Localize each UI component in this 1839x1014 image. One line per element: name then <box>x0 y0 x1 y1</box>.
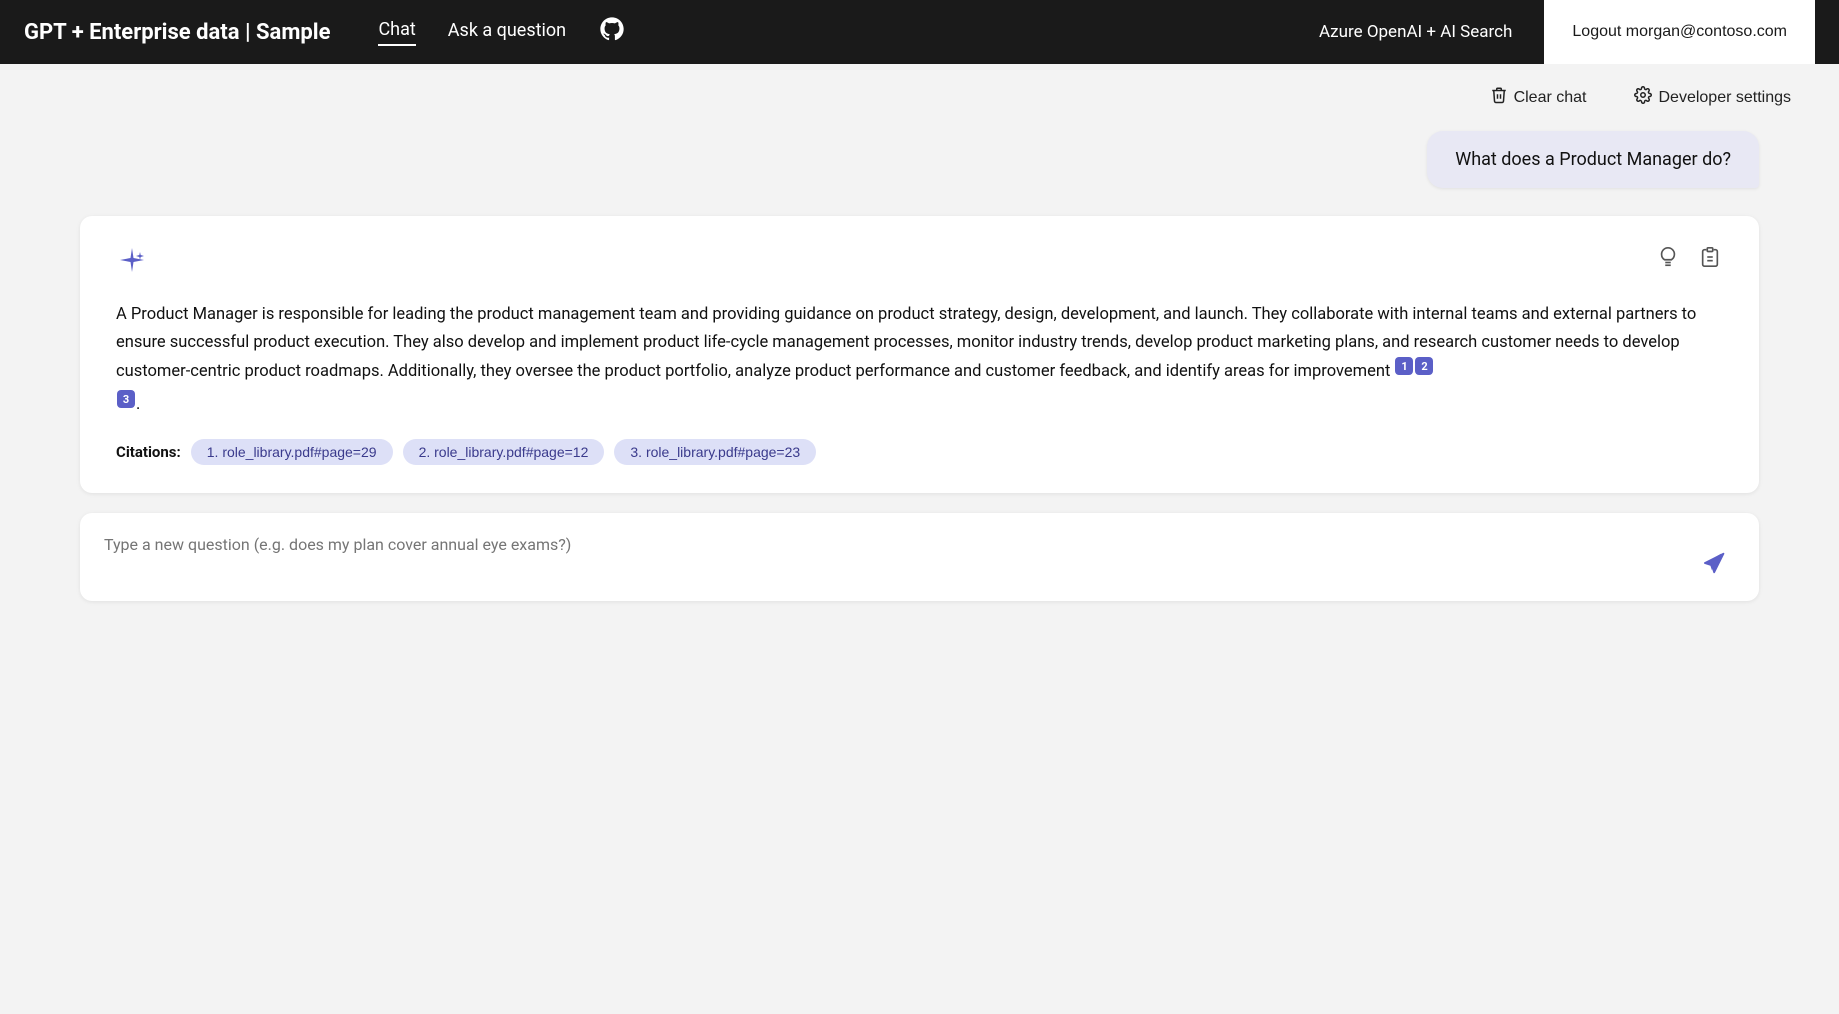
citation-ref-1[interactable]: 1 <box>1395 357 1413 375</box>
send-button[interactable] <box>1691 545 1735 581</box>
ai-response-card: A Product Manager is responsible for lea… <box>80 216 1759 493</box>
chat-main: What does a Product Manager do? <box>0 131 1839 641</box>
gear-icon <box>1634 86 1652 109</box>
citation-ref-3[interactable]: 3 <box>117 390 135 408</box>
logout-button[interactable]: Logout morgan@contoso.com <box>1544 0 1815 64</box>
ai-response-text: A Product Manager is responsible for lea… <box>116 301 1723 419</box>
nav-brand: GPT + Enterprise data | Sample <box>24 20 330 45</box>
citation-ref-2[interactable]: 2 <box>1415 357 1433 375</box>
developer-settings-label: Developer settings <box>1658 89 1791 107</box>
chat-input[interactable] <box>104 533 1679 581</box>
citation-chip-2[interactable]: 2. role_library.pdf#page=12 <box>403 439 605 465</box>
navbar: GPT + Enterprise data | Sample Chat Ask … <box>0 0 1839 64</box>
github-icon[interactable] <box>598 15 626 50</box>
clipboard-button[interactable] <box>1697 244 1723 276</box>
user-message-text: What does a Product Manager do? <box>1455 149 1731 170</box>
ai-card-header <box>116 244 1723 281</box>
citation-chip-1[interactable]: 1. role_library.pdf#page=29 <box>191 439 393 465</box>
period: . <box>136 395 140 414</box>
sparkle-icon <box>116 244 148 281</box>
ai-response-body: A Product Manager is responsible for lea… <box>116 305 1696 381</box>
developer-settings-button[interactable]: Developer settings <box>1626 80 1799 115</box>
trash-icon <box>1490 86 1508 109</box>
nav-links: Chat Ask a question <box>378 15 1319 50</box>
clear-chat-button[interactable]: Clear chat <box>1482 80 1595 115</box>
citation-chip-3[interactable]: 3. role_library.pdf#page=23 <box>614 439 816 465</box>
clear-chat-label: Clear chat <box>1514 89 1587 107</box>
lightbulb-button[interactable] <box>1655 244 1681 276</box>
nav-service-label: Azure OpenAI + AI Search <box>1319 22 1512 42</box>
user-bubble: What does a Product Manager do? <box>1427 131 1759 188</box>
user-message-wrapper: What does a Product Manager do? <box>80 131 1759 188</box>
nav-link-ask[interactable]: Ask a question <box>448 20 566 45</box>
citations-row: Citations: 1. role_library.pdf#page=29 2… <box>116 439 1723 465</box>
nav-link-chat[interactable]: Chat <box>378 19 415 46</box>
ai-action-buttons <box>1655 244 1723 276</box>
input-card <box>80 513 1759 601</box>
citations-label: Citations: <box>116 443 181 461</box>
toolbar: Clear chat Developer settings <box>0 64 1839 131</box>
